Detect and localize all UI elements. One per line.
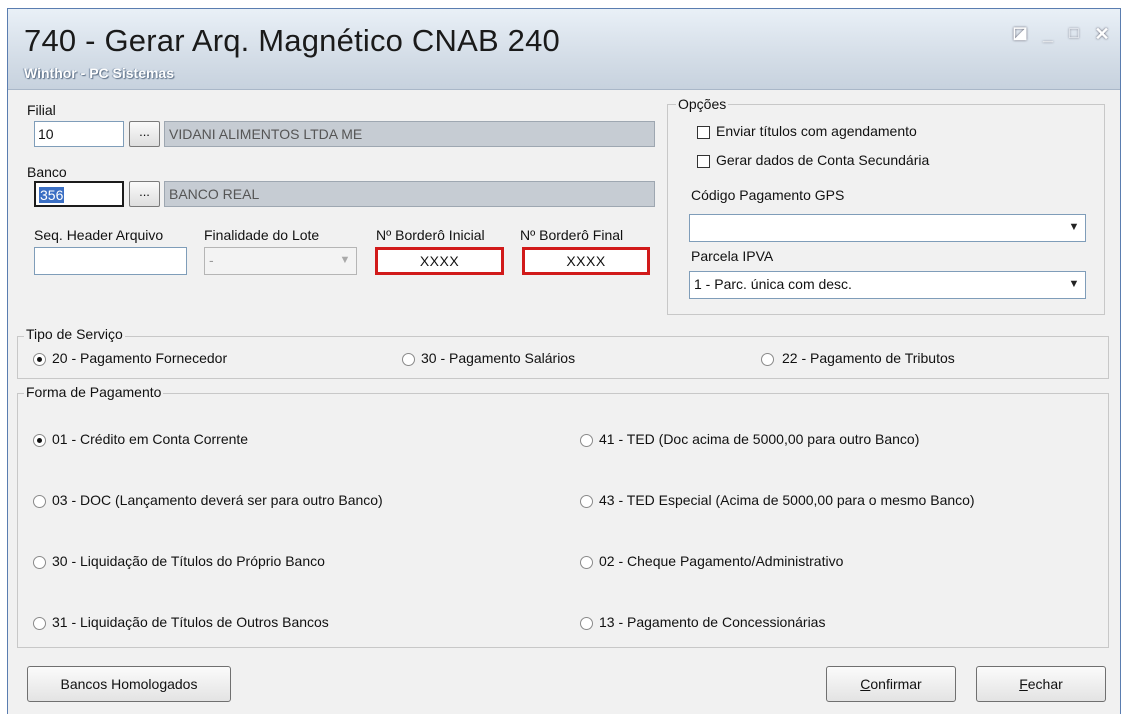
banco-code-input[interactable]: 356 [34, 181, 124, 207]
chevron-down-icon: ▼ [1068, 278, 1080, 290]
tipo-servico-label-30: 30 - Pagamento Salários [421, 350, 576, 366]
forma-radio-31[interactable] [33, 617, 46, 630]
banco-lookup-button[interactable]: ... [129, 181, 160, 207]
bordero-final-label: Nº Borderô Final [520, 227, 624, 243]
ipva-value: 1 - Parc. única com desc. [694, 276, 852, 292]
close-icon[interactable]: ✕ [1092, 23, 1112, 45]
form-body: Filial 10 ... VIDANI ALIMENTOS LTDA ME B… [8, 90, 1120, 714]
window-subtitle: Winthor - PC Sistemas [24, 65, 175, 81]
finalidade-label: Finalidade do Lote [204, 227, 320, 243]
window-title: 740 - Gerar Arq. Magnético CNAB 240 [24, 23, 560, 58]
chevron-down-icon: ▼ [1068, 221, 1080, 233]
forma-label-01: 01 - Crédito em Conta Corrente [52, 431, 249, 447]
tipo-servico-radio-20[interactable] [33, 353, 46, 366]
conta-secundaria-checkbox[interactable] [697, 155, 710, 168]
forma-label-43: 43 - TED Especial (Acima de 5000,00 para… [599, 492, 975, 508]
forma-radio-13[interactable] [580, 617, 593, 630]
confirmar-accesskey: C [860, 676, 871, 692]
title-bar[interactable]: 740 - Gerar Arq. Magnético CNAB 240 Wint… [8, 9, 1120, 90]
ipva-select[interactable]: 1 - Parc. única com desc. ▼ [689, 271, 1086, 299]
filial-label: Filial [27, 102, 56, 118]
filial-code-input[interactable]: 10 [34, 121, 124, 147]
forma-pagamento-legend: Forma de Pagamento [24, 384, 164, 400]
forma-radio-30[interactable] [33, 556, 46, 569]
forma-label-13: 13 - Pagamento de Concessionárias [599, 614, 826, 630]
forma-radio-41[interactable] [580, 434, 593, 447]
fechar-accesskey: F [1019, 676, 1028, 692]
finalidade-value: - [209, 252, 214, 268]
finalidade-select[interactable]: - ▼ [204, 247, 357, 275]
bordero-inicial-input[interactable]: XXXX [375, 247, 504, 275]
forma-label-03: 03 - DOC (Lançamento deverá ser para out… [52, 492, 383, 508]
tipo-servico-label-22: 22 - Pagamento de Tributos [782, 350, 955, 366]
forma-label-02: 02 - Cheque Pagamento/Administrativo [599, 553, 844, 569]
confirmar-label: onfirmar [870, 676, 922, 692]
forma-label-41: 41 - TED (Doc acima de 5000,00 para outr… [599, 431, 920, 447]
tipo-servico-label-20: 20 - Pagamento Fornecedor [52, 350, 228, 366]
forma-radio-01[interactable] [33, 434, 46, 447]
confirmar-button[interactable]: Confirmar [826, 666, 956, 702]
opcoes-legend: Opções [676, 96, 729, 112]
minimize-icon[interactable]: _ [1038, 23, 1058, 45]
banco-name-field: BANCO REAL [164, 181, 655, 207]
seq-header-label: Seq. Header Arquivo [34, 227, 164, 243]
conta-secundaria-label: Gerar dados de Conta Secundária [716, 152, 930, 168]
banco-label: Banco [27, 164, 67, 180]
agendamento-label: Enviar títulos com agendamento [716, 123, 917, 139]
chevron-down-icon: ▼ [339, 254, 351, 266]
fechar-button[interactable]: Fechar [976, 666, 1106, 702]
restore-icon[interactable]: ◪ [1010, 23, 1030, 45]
banco-code-selection: 356 [39, 187, 65, 203]
main-window: 740 - Gerar Arq. Magnético CNAB 240 Wint… [7, 8, 1121, 714]
ipva-label: Parcela IPVA [691, 248, 774, 264]
seq-header-input[interactable] [34, 247, 187, 275]
filial-lookup-button[interactable]: ... [129, 121, 160, 147]
bordero-inicial-label: Nº Borderô Inicial [376, 227, 485, 243]
tipo-servico-legend: Tipo de Serviço [24, 326, 125, 342]
forma-label-30: 30 - Liquidação de Títulos do Próprio Ba… [52, 553, 325, 569]
forma-radio-43[interactable] [580, 495, 593, 508]
bordero-final-input[interactable]: XXXX [522, 247, 650, 275]
forma-radio-03[interactable] [33, 495, 46, 508]
agendamento-checkbox[interactable] [697, 126, 710, 139]
fechar-label: echar [1027, 676, 1063, 692]
tipo-servico-radio-22[interactable] [761, 353, 774, 366]
maximize-icon[interactable]: □ [1064, 23, 1084, 45]
bancos-homologados-button[interactable]: Bancos Homologados [27, 666, 231, 702]
gps-label: Código Pagamento GPS [691, 187, 845, 203]
tipo-servico-radio-30[interactable] [402, 353, 415, 366]
forma-radio-02[interactable] [580, 556, 593, 569]
filial-name-field: VIDANI ALIMENTOS LTDA ME [164, 121, 655, 147]
gps-select[interactable]: ▼ [689, 214, 1086, 242]
forma-label-31: 31 - Liquidação de Títulos de Outros Ban… [52, 614, 329, 630]
